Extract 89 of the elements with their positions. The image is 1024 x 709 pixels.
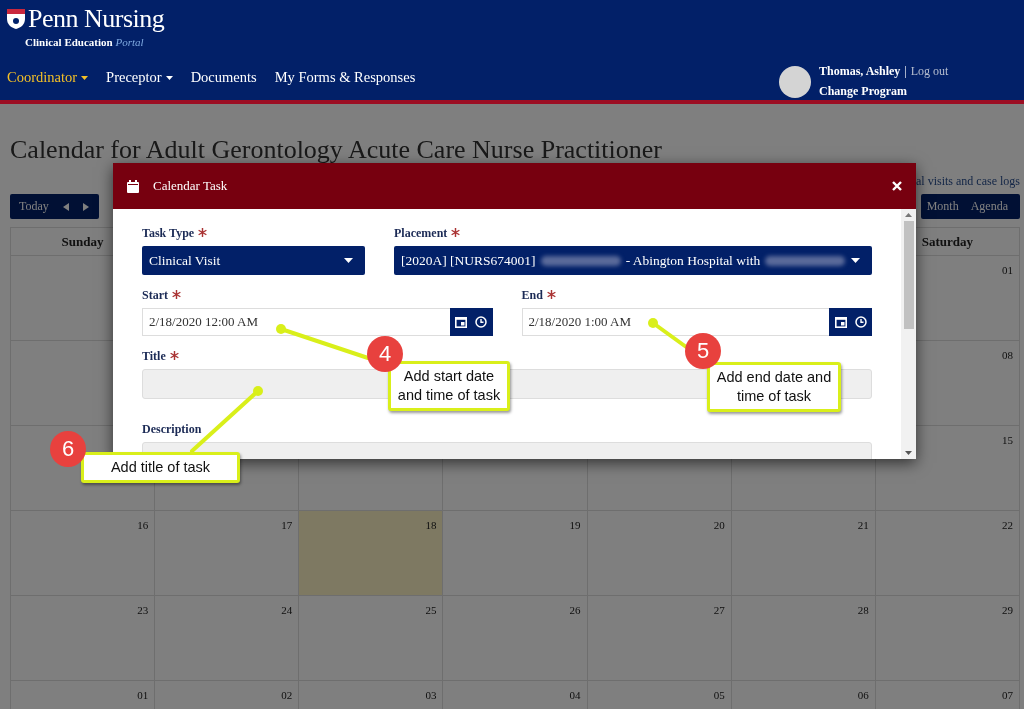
user-name: Thomas, Ashley [819,64,901,79]
day-cell[interactable]: 29 [875,596,1020,681]
step-number-badge: 6 [50,431,86,467]
day-cell[interactable]: 26 [443,596,588,681]
caret-icon [344,258,353,263]
clock-icon[interactable] [475,316,487,328]
view-button[interactable]: Month [920,199,965,214]
day-cell[interactable]: 02 [155,681,300,709]
avatar-circle [779,65,811,98]
previous-icon[interactable] [62,202,69,211]
calendar-icon[interactable] [455,316,467,328]
day-number: 01 [1002,264,1013,276]
day-cell[interactable]: 21 [731,511,876,596]
day-number: 22 [1002,519,1013,531]
day-number: 01 [137,689,149,701]
day-cell[interactable]: 24 [155,596,300,681]
page-title: Calendar for Adult Gerontology Acute Care Nurse Practitioner [10,134,662,166]
day-number: 03 [425,689,437,701]
scrollbar[interactable] [901,209,916,459]
callout-box: Add title of task [81,452,240,483]
day-number: 02 [281,689,293,701]
caret-icon [851,258,860,263]
nav-menu-item[interactable]: Coordinator [7,69,89,86]
field-label: Title [142,348,166,364]
day-cell[interactable]: 19 [443,511,588,596]
field-label: Start [142,287,168,303]
day-cell[interactable]: 27 [587,596,732,681]
shield-icon [6,8,26,30]
day-cell[interactable]: 25 [299,596,444,681]
logo-title[interactable]: Penn Nursing [28,4,165,34]
day-cell[interactable]: 28 [731,596,876,681]
logo-subtitle: Clinical Education Portal [25,36,144,48]
day-cell[interactable]: 20 [587,511,732,596]
scroll-down-icon[interactable] [905,451,912,455]
dialog-title: Calendar Task [153,178,229,194]
callout-box: Add start date and time of task [388,361,510,411]
day-number: 21 [857,519,869,531]
view-button[interactable]: Agenda [964,199,1014,214]
day-number: 07 [1002,689,1013,701]
day-number: 24 [281,604,293,616]
nav-menu-item[interactable]: Preceptor [106,69,173,86]
day-cell[interactable]: 18 [299,511,444,596]
day-number: 18 [425,519,437,531]
date-time-field[interactable]: 2/18/2020 1:00 AM [521,308,829,336]
day-cell[interactable]: 04 [443,681,588,709]
nav-menu-item[interactable]: My Forms & Responses [274,69,416,86]
day-cell[interactable]: 16 [11,511,156,596]
day-number: 19 [569,519,581,531]
day-number: 27 [713,604,725,616]
field-label: End [521,287,543,303]
day-number: 17 [281,519,293,531]
day-number: 26 [569,604,581,616]
day-cell[interactable]: 07 [875,681,1020,709]
calendar-icon [127,179,139,193]
field-label: Placement [394,225,448,241]
clock-icon[interactable] [854,316,867,328]
day-number: 20 [713,519,725,531]
day-cell[interactable]: 22 [875,511,1020,596]
placement-dropdown[interactable]: [2020A] [NURS674001] - Abington Hospital with [394,246,872,275]
separator-text: | [904,64,907,79]
nav-menu-item[interactable]: Documents [190,69,257,86]
callout-box: Add end date and time of task [707,362,841,412]
day-cell[interactable]: 06 [731,681,876,709]
day-cell[interactable]: 05 [587,681,732,709]
day-cell[interactable]: 01 [11,681,156,709]
day-number: 04 [569,689,581,701]
today-button[interactable]: Today [10,199,49,214]
next-icon[interactable] [82,202,89,211]
task-type-dropdown[interactable]: Clinical Visit [142,246,365,275]
day-cell[interactable]: 23 [11,596,156,681]
day-number: 16 [137,519,149,531]
calendar-icon[interactable] [834,316,847,328]
day-number: 29 [1002,604,1013,616]
change-program-link[interactable]: Change Program [819,84,949,99]
scrollbar-thumb[interactable] [903,221,914,329]
day-cell[interactable]: 03 [299,681,444,709]
day-number: 28 [857,604,869,616]
date-time-field[interactable]: 2/18/2020 12:00 AM [142,308,450,336]
scroll-up-icon[interactable] [905,213,912,217]
day-number: 08 [1002,349,1013,361]
close-icon[interactable] [892,181,902,191]
toolbar-link[interactable]: al visits and case logs [916,174,1020,188]
day-number: 23 [137,604,149,616]
field-label: Description [142,421,202,437]
day-number: 05 [713,689,725,701]
day-number: 06 [857,689,869,701]
day-number: 15 [1002,434,1013,446]
logout-link[interactable]: Log out [910,64,949,79]
day-number: 25 [425,604,437,616]
